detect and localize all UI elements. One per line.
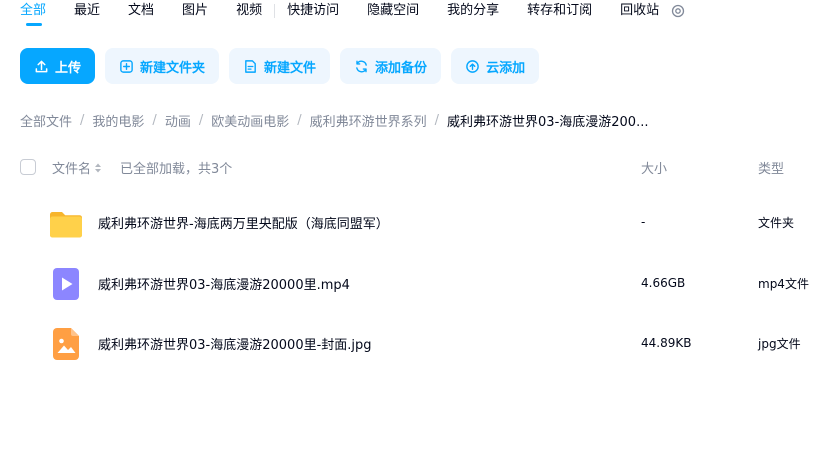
tab-documents[interactable]: 文档	[128, 0, 154, 22]
file-type: mp4文件	[758, 277, 809, 291]
file-table-header: 文件名 已全部加载，共3个 大小 类型	[20, 157, 814, 179]
add-backup-label: 添加备份	[375, 60, 428, 76]
image-file-icon	[53, 328, 79, 360]
table-row[interactable]: 威利弗环游世界-海底两万里央配版（海底同盟军） - 文件夹	[20, 195, 814, 251]
tab-hidden-space[interactable]: 隐藏空间	[367, 0, 419, 22]
breadcrumb-separator: /	[434, 112, 440, 128]
breadcrumb-item-animation[interactable]: 动画	[165, 111, 191, 130]
upload-button[interactable]: 上传	[20, 48, 96, 84]
new-folder-button[interactable]: 新建文件夹	[105, 48, 220, 84]
file-size: 44.89KB	[641, 336, 692, 350]
breadcrumb-separator: /	[198, 112, 204, 128]
file-type: 文件夹	[758, 216, 795, 230]
tab-my-shares[interactable]: 我的分享	[447, 0, 499, 22]
tab-recycle-bin[interactable]: 回收站	[620, 0, 659, 22]
file-name[interactable]: 威利弗环游世界-海底两万里央配版（海底同盟军）	[98, 213, 389, 232]
tab-videos[interactable]: 视频	[236, 0, 262, 22]
table-row[interactable]: 威利弗环游世界03-海底漫游20000里-封面.jpg 44.89KB jpg文…	[20, 316, 814, 372]
breadcrumb-item-all-files[interactable]: 全部文件	[20, 111, 72, 130]
cloud-add-button[interactable]: 云添加	[451, 48, 540, 84]
sync-icon	[356, 60, 367, 72]
tab-all[interactable]: 全部	[20, 0, 46, 26]
tab-recent[interactable]: 最近	[74, 0, 100, 22]
breadcrumb-separator: /	[152, 112, 157, 128]
add-backup-button[interactable]: 添加备份	[340, 48, 442, 84]
file-size: -	[641, 215, 646, 229]
more-tabs-icon[interactable]	[671, 4, 685, 18]
cloud-upload-icon	[466, 59, 479, 73]
file-type: jpg文件	[758, 337, 801, 351]
loaded-status: 已全部加载，共3个	[120, 162, 233, 177]
column-header-name[interactable]: 文件名	[52, 158, 102, 177]
new-file-icon	[245, 59, 256, 73]
file-manager-page: 全部 最近 文档 图片 视频 快捷访问 隐藏空间 我的分享 转存和订阅 回收站 …	[0, 0, 814, 452]
breadcrumb-separator: /	[80, 112, 85, 128]
file-size: 4.66GB	[641, 276, 686, 290]
breadcrumb-separator: /	[297, 112, 302, 128]
add-folder-icon	[120, 59, 133, 73]
new-file-button[interactable]: 新建文件	[229, 48, 331, 84]
file-name[interactable]: 威利弗环游世界03-海底漫游20000里.mp4	[98, 274, 350, 293]
sort-icon[interactable]	[94, 163, 102, 173]
folder-icon	[50, 212, 82, 238]
cloud-add-label: 云添加	[486, 60, 526, 76]
upload-label: 上传	[55, 60, 82, 76]
tab-transfers-subscriptions[interactable]: 转存和订阅	[527, 0, 592, 22]
file-name[interactable]: 威利弗环游世界03-海底漫游20000里-封面.jpg	[98, 334, 372, 353]
category-tabs: 全部 最近 文档 图片 视频 快捷访问 隐藏空间 我的分享 转存和订阅 回收站	[20, 0, 685, 26]
breadcrumb-item-series[interactable]: 威利弗环游世界系列	[310, 111, 427, 130]
upload-icon	[35, 60, 48, 72]
tab-images[interactable]: 图片	[182, 0, 208, 22]
breadcrumb-item-my-movies[interactable]: 我的电影	[92, 111, 144, 130]
table-row[interactable]: 威利弗环游世界03-海底漫游20000里.mp4 4.66GB mp4文件	[20, 256, 814, 312]
video-file-icon	[53, 268, 79, 300]
select-all-checkbox[interactable]	[20, 159, 36, 175]
breadcrumb: 全部文件 / 我的电影 / 动画 / 欧美动画电影 / 威利弗环游世界系列 / …	[20, 110, 648, 130]
new-file-label: 新建文件	[264, 60, 317, 76]
breadcrumb-item-current: 威利弗环游世界03-海底漫游200...	[447, 114, 649, 130]
action-toolbar: 上传 新建文件夹 新建文件 添加备份 云添加	[20, 48, 549, 84]
tab-quick-access[interactable]: 快捷访问	[287, 0, 339, 22]
new-folder-label: 新建文件夹	[140, 60, 206, 76]
column-header-type[interactable]: 类型	[758, 158, 784, 177]
column-name-label: 文件名	[52, 162, 92, 177]
breadcrumb-item-western-animation[interactable]: 欧美动画电影	[211, 111, 289, 130]
column-header-size[interactable]: 大小	[641, 158, 667, 177]
tab-divider	[274, 4, 276, 18]
